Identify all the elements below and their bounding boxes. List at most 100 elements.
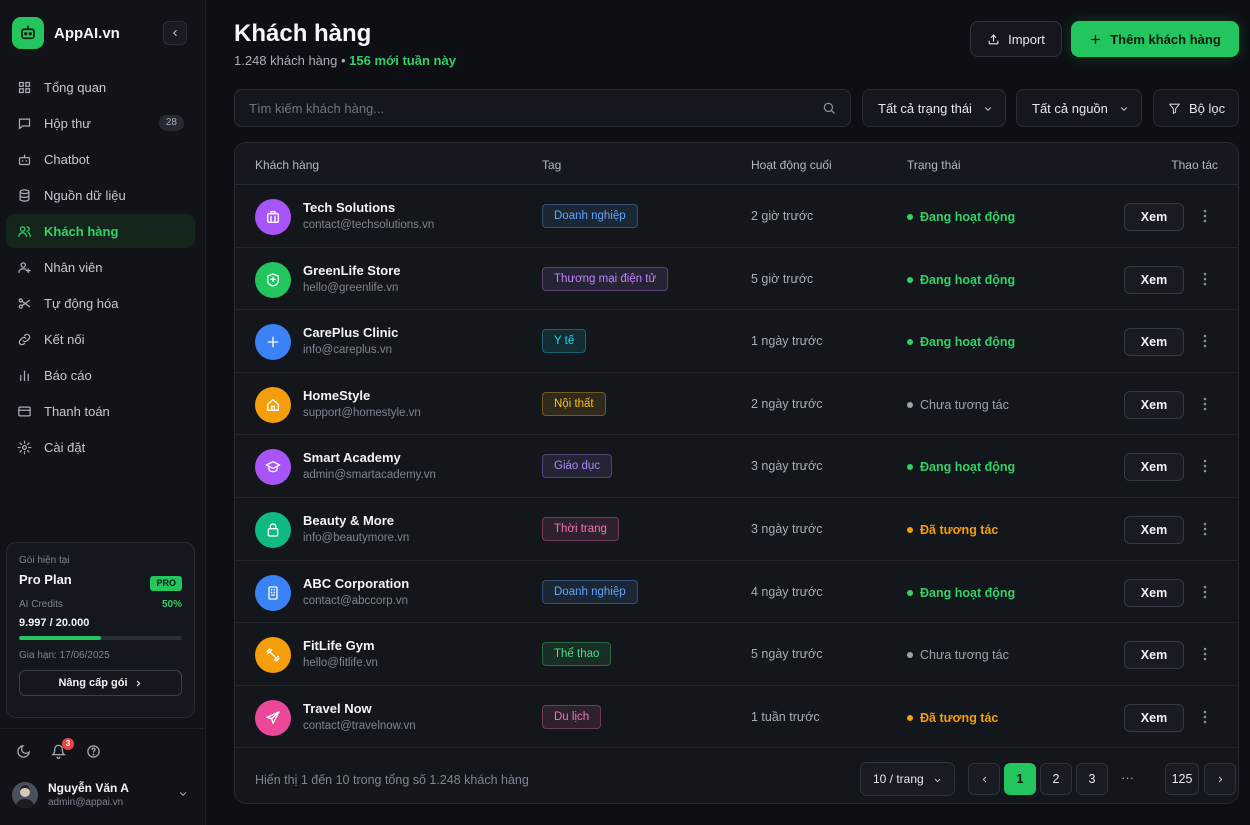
sidebar-item-inbox[interactable]: Hộp thư 28 [6, 106, 195, 140]
view-button[interactable]: Xem [1124, 328, 1184, 357]
view-button[interactable]: Xem [1124, 641, 1184, 670]
sidebar-item-card[interactable]: Thanh toán [6, 394, 195, 428]
sidebar-item-database[interactable]: Nguồn dữ liệu [6, 178, 195, 212]
customer-name[interactable]: Tech Solutions [303, 200, 395, 215]
column-tag[interactable]: Tag [542, 158, 561, 172]
help-button[interactable] [86, 744, 102, 760]
customer-email: info@careplus.vn [303, 344, 393, 357]
notifications-button[interactable]: 3 [50, 738, 74, 760]
dark-mode-toggle[interactable] [16, 744, 32, 760]
shield-icon [267, 272, 279, 287]
source-filter-dropdown[interactable]: Tất cả nguồn [1016, 89, 1142, 127]
view-button[interactable]: Xem [1124, 203, 1184, 231]
table-row[interactable]: GreenLife Store hello@greenlife.vn Thương … [235, 248, 1238, 311]
page-ellipsis: ··· [1121, 770, 1134, 785]
building-icon [267, 211, 279, 223]
sidebar-item-label: Nhân viên [44, 259, 103, 275]
more-actions-button[interactable] [1198, 332, 1212, 350]
customer-name[interactable]: GreenLife Store [303, 263, 401, 278]
credits-progress-fill [19, 636, 101, 640]
user-menu[interactable]: Nguyễn Văn A admin@appai.vn [12, 781, 192, 808]
page-button-1[interactable]: 1 [1004, 763, 1036, 795]
sidebar-item-gear[interactable]: Cài đặt [6, 430, 195, 464]
customer-name[interactable]: Beauty & More [303, 513, 394, 528]
sidebar-item-link[interactable]: Kết nối [6, 322, 195, 356]
inbox-icon [18, 118, 30, 129]
customer-name[interactable]: Travel Now [303, 701, 372, 716]
page-button-last[interactable]: 125 [1165, 763, 1199, 795]
table-footer: Hiển thị 1 đến 10 trong tổng số 1.248 kh… [235, 749, 1238, 803]
sidebar-item-scissors[interactable]: Tự động hóa [6, 286, 195, 320]
gear-icon [17, 440, 31, 454]
view-button[interactable]: Xem [1124, 453, 1184, 482]
table-row[interactable]: Smart Academy admin@smartacademy.vn Giáo d… [235, 435, 1238, 498]
upgrade-plan-button[interactable]: Nâng cấp gói [19, 670, 182, 696]
sidebar-item-label: Thanh toán [44, 403, 110, 419]
table-row[interactable]: Tech Solutions contact@techsolutions.vn Do… [235, 185, 1238, 248]
collapse-sidebar-button[interactable] [163, 21, 187, 45]
upgrade-label: Nâng cấp gói [58, 677, 128, 689]
status-dot [907, 276, 913, 283]
sidebar-item-user-plus[interactable]: Nhân viên [6, 250, 195, 284]
more-actions-button[interactable] [1198, 270, 1212, 288]
view-button[interactable]: Xem [1124, 515, 1184, 544]
database-icon [19, 188, 29, 202]
more-actions-button[interactable] [1198, 583, 1212, 601]
last-activity: 1 tuần trước [751, 709, 820, 724]
sidebar-item-grid[interactable]: Tổng quan [6, 70, 195, 104]
more-actions-button[interactable] [1198, 457, 1212, 475]
add-customer-button[interactable]: Thêm khách hàng [1071, 21, 1239, 57]
prev-page-button[interactable] [968, 763, 1000, 795]
plus-icon [267, 336, 279, 348]
view-button[interactable]: Xem [1124, 578, 1184, 607]
table-row[interactable]: FitLife Gym hello@fitlife.vn Thể thao 5 ngà… [235, 623, 1238, 686]
more-actions-button[interactable] [1198, 645, 1212, 663]
status-badge: Đang hoạt động [907, 273, 1015, 287]
sidebar: AppAI.vn Tổng quan Hộp thư 28 Chatbot Nguồn … [0, 0, 206, 825]
status-filter-dropdown[interactable]: Tất cả trạng thái [862, 89, 1006, 127]
next-page-button[interactable] [1204, 763, 1236, 795]
plan-card: Gói hiện tại Pro Plan PRO AI Credits 50%… [6, 542, 195, 718]
plan-caption: Gói hiện tại [19, 555, 70, 566]
view-button[interactable]: Xem [1124, 703, 1184, 732]
more-actions-button[interactable] [1198, 207, 1212, 225]
view-button[interactable]: Xem [1124, 390, 1184, 419]
more-actions-button[interactable] [1198, 520, 1212, 538]
customer-name[interactable]: CarePlus Clinic [303, 325, 398, 340]
table-row[interactable]: HomeStyle support@homestyle.vn Nội thất 2 n… [235, 373, 1238, 436]
table-row[interactable]: ABC Corporation contact@abccorp.vn Doanh n… [235, 561, 1238, 624]
column-customer[interactable]: Khách hàng [255, 158, 319, 172]
table-row[interactable]: Beauty & More info@beautymore.vn Thời tran… [235, 498, 1238, 561]
page-button-3[interactable]: 3 [1076, 763, 1108, 795]
brand[interactable]: AppAI.vn [12, 17, 120, 49]
credits-percent: 50% [161, 599, 182, 610]
per-page-select[interactable]: 10 / trang [860, 762, 955, 796]
column-status[interactable]: Trạng thái [907, 158, 961, 172]
customer-name[interactable]: HomeStyle [303, 388, 370, 403]
gear-icon [16, 439, 32, 455]
sidebar-item-bot[interactable]: Chatbot [6, 142, 195, 176]
table-row[interactable]: CarePlus Clinic info@careplus.vn Y tế 1 ngà… [235, 310, 1238, 373]
column-last-activity[interactable]: Hoạt động cuối [751, 158, 832, 172]
more-actions-button[interactable] [1198, 708, 1212, 726]
bag-icon [267, 523, 279, 537]
customer-name[interactable]: ABC Corporation [303, 576, 409, 591]
customer-email: contact@techsolutions.vn [303, 219, 435, 231]
sidebar-item-chart[interactable]: Báo cáo [6, 358, 195, 392]
filter-button[interactable]: Bộ lọc [1153, 89, 1239, 127]
user-email: admin@appai.vn [48, 797, 124, 808]
view-button[interactable]: Xem [1124, 265, 1184, 294]
customer-email: info@beautymore.vn [303, 531, 410, 544]
page-button-2[interactable]: 2 [1040, 763, 1072, 795]
customer-avatar [255, 199, 291, 235]
customer-name[interactable]: Smart Academy [303, 450, 401, 465]
search-input[interactable] [235, 90, 850, 126]
bot-icon [18, 154, 30, 165]
sidebar-item-users[interactable]: Khách hàng [6, 214, 195, 248]
customer-name[interactable]: FitLife Gym [303, 638, 375, 653]
more-actions-button[interactable] [1198, 395, 1212, 413]
bot-icon [16, 151, 32, 167]
import-button[interactable]: Import [970, 21, 1062, 57]
table-row[interactable]: Travel Now contact@travelnow.vn Du lịch 1 t… [235, 686, 1238, 749]
credits-label: AI Credits [19, 599, 63, 610]
